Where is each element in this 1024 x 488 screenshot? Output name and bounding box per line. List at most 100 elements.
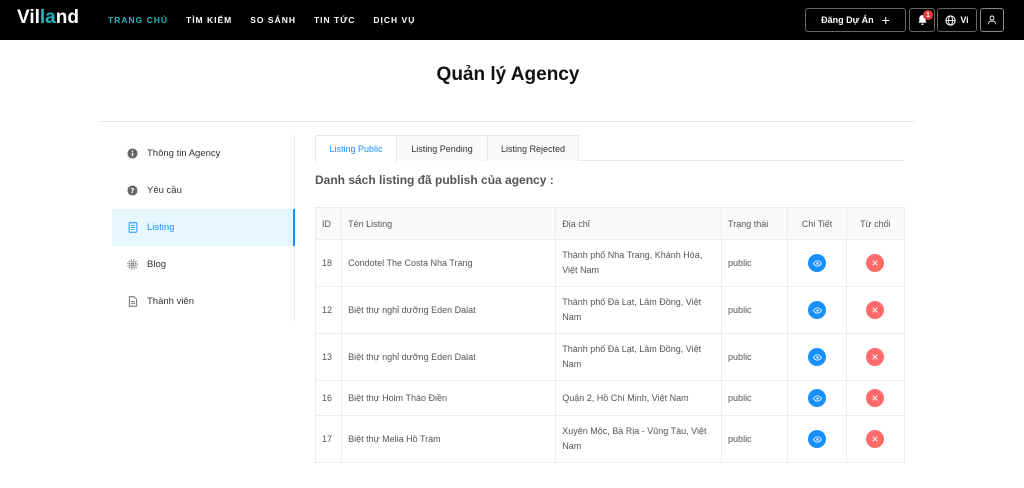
table-header-row: ID Tên Listing Địa chỉ Trạng thái Chi Ti… bbox=[314, 207, 906, 240]
nav-item-search[interactable]: TÌM KIẾM bbox=[186, 15, 232, 25]
cell-id: 13 bbox=[314, 333, 343, 381]
cell-reject bbox=[845, 286, 906, 334]
divider bbox=[100, 121, 915, 122]
cell-address: Thành phố Đà Lạt, Lâm Đồng, Việt Nam bbox=[555, 333, 723, 381]
nav-item-services[interactable]: DỊCH VỤ bbox=[373, 15, 415, 25]
cell-reject bbox=[845, 415, 906, 463]
close-icon bbox=[872, 307, 878, 313]
cell-name: Condotel The Costa Nha Trang bbox=[341, 239, 557, 287]
user-account-button[interactable] bbox=[980, 8, 1004, 32]
eye-icon bbox=[812, 259, 822, 267]
cell-address: Thành phố Nha Trang, Khánh Hòa, Việt Nam bbox=[555, 239, 723, 287]
cell-id: 17 bbox=[314, 415, 343, 463]
cell-detail bbox=[787, 333, 847, 381]
cell-id: 12 bbox=[314, 286, 343, 334]
logo[interactable]: Villand bbox=[17, 7, 79, 29]
sidebar-item-agency-info[interactable]: Thông tin Agency bbox=[112, 135, 294, 172]
view-detail-button[interactable] bbox=[808, 301, 827, 319]
cell-name: Biệt thự Melia Hồ Tràm bbox=[341, 415, 557, 463]
file-icon bbox=[127, 296, 138, 307]
reject-button[interactable] bbox=[866, 301, 885, 319]
cell-detail bbox=[787, 239, 847, 287]
sidebar-item-label: Thành viên bbox=[147, 296, 195, 307]
post-project-label: Đăng Dự Án bbox=[821, 15, 874, 25]
notification-button[interactable]: 1 bbox=[909, 8, 935, 32]
eye-icon bbox=[812, 353, 822, 361]
language-label: Vi bbox=[960, 15, 969, 25]
sidebar-item-blog[interactable]: Blog bbox=[112, 246, 294, 283]
page-title: Quản lý Agency bbox=[436, 64, 580, 85]
view-detail-button[interactable] bbox=[808, 254, 827, 272]
table-row: 18 Condotel The Costa Nha Trang Thành ph… bbox=[314, 239, 906, 287]
table-row: 16 Biệt thự Holm Tháo Điền Quận 2, Hồ Ch… bbox=[314, 380, 906, 416]
cell-reject bbox=[845, 239, 906, 287]
tab-listing-public[interactable]: Listing Public bbox=[315, 135, 397, 162]
cell-detail bbox=[787, 380, 847, 416]
cell-name: Biệt thự nghỉ dưỡng Eden Dalat bbox=[341, 286, 557, 334]
tab-listing-pending[interactable]: Listing Pending bbox=[396, 135, 488, 161]
globe-icon bbox=[945, 14, 956, 26]
close-icon bbox=[872, 436, 878, 442]
cell-address: Xuyên Mộc, Bà Rịa - Vũng Tàu, Việt Nam bbox=[555, 415, 723, 463]
language-button[interactable]: Vi bbox=[937, 8, 977, 32]
close-icon bbox=[872, 395, 878, 401]
view-detail-button[interactable] bbox=[808, 389, 827, 407]
sidebar-item-requests[interactable]: ? Yêu cầu bbox=[112, 172, 294, 209]
eye-icon bbox=[812, 435, 822, 443]
notification-badge: 1 bbox=[923, 10, 933, 20]
info-icon bbox=[127, 148, 138, 159]
column-header-reject: Từ chối bbox=[845, 207, 906, 240]
cell-reject bbox=[845, 380, 906, 416]
view-detail-button[interactable] bbox=[808, 430, 827, 448]
column-header-name: Tên Listing bbox=[341, 207, 557, 240]
close-icon bbox=[872, 354, 878, 360]
listing-tabs: Listing Public Listing Pending Listing R… bbox=[315, 135, 904, 162]
nav-item-home[interactable]: TRANG CHỦ bbox=[108, 15, 168, 25]
column-header-status: Trạng thái bbox=[721, 207, 789, 240]
sidebar-item-listing[interactable]: Listing bbox=[112, 209, 295, 246]
post-project-button[interactable]: Đăng Dự Án + bbox=[805, 8, 906, 32]
cell-status: public bbox=[721, 333, 789, 381]
document-icon bbox=[127, 222, 138, 233]
view-detail-button[interactable] bbox=[808, 348, 827, 366]
sidebar-item-members[interactable]: Thành viên bbox=[112, 283, 294, 320]
table-row: 17 Biệt thự Melia Hồ Tràm Xuyên Mộc, Bà … bbox=[314, 415, 906, 463]
question-icon: ? bbox=[127, 185, 138, 196]
reject-button[interactable] bbox=[866, 348, 885, 366]
cell-status: public bbox=[721, 380, 789, 416]
table-row: 12 Biệt thự nghỉ dưỡng Eden Dalat Thành … bbox=[314, 286, 906, 334]
sidebar-item-label: Blog bbox=[147, 259, 167, 270]
svg-text:?: ? bbox=[130, 186, 134, 195]
user-icon bbox=[987, 15, 997, 25]
sidebar-item-label: Thông tin Agency bbox=[147, 148, 221, 159]
cell-reject bbox=[845, 333, 906, 381]
cell-status: public bbox=[721, 239, 789, 287]
cell-detail bbox=[787, 415, 847, 463]
column-header-id: ID bbox=[314, 207, 343, 240]
reject-button[interactable] bbox=[866, 389, 885, 407]
column-header-address: Địa chỉ bbox=[555, 207, 723, 240]
main-nav: TRANG CHỦ TÌM KIẾM SO SÁNH TIN TỨC DỊCH … bbox=[108, 0, 433, 40]
section-title: Danh sách listing đã publish của agency … bbox=[315, 173, 554, 187]
sidebar-item-label: Yêu cầu bbox=[147, 185, 182, 196]
reject-button[interactable] bbox=[866, 430, 885, 448]
listing-table: ID Tên Listing Địa chỉ Trạng thái Chi Ti… bbox=[314, 207, 906, 463]
eye-icon bbox=[812, 306, 822, 314]
cell-address: Thành phố Đà Lạt, Lâm Đồng, Việt Nam bbox=[555, 286, 723, 334]
eye-icon bbox=[812, 394, 822, 402]
cell-name: Biệt thự Holm Tháo Điền bbox=[341, 380, 557, 416]
tab-listing-rejected[interactable]: Listing Rejected bbox=[487, 135, 579, 161]
sidebar-item-label: Listing bbox=[147, 222, 175, 233]
nav-item-compare[interactable]: SO SÁNH bbox=[250, 15, 296, 25]
sidebar-menu: Thông tin Agency ? Yêu cầu Listing Blog … bbox=[112, 135, 295, 321]
nav-item-news[interactable]: TIN TỨC bbox=[314, 15, 355, 25]
close-icon bbox=[872, 260, 878, 266]
cell-id: 18 bbox=[314, 239, 343, 287]
column-header-detail: Chi Tiết bbox=[787, 207, 847, 240]
gear-icon bbox=[127, 259, 138, 270]
reject-button[interactable] bbox=[866, 254, 885, 272]
table-row: 13 Biệt thự nghỉ dưỡng Eden Dalat Thành … bbox=[314, 333, 906, 381]
cell-name: Biệt thự nghỉ dưỡng Eden Dalat bbox=[341, 333, 557, 381]
cell-address: Quận 2, Hồ Chí Minh, Việt Nam bbox=[555, 380, 723, 416]
cell-detail bbox=[787, 286, 847, 334]
